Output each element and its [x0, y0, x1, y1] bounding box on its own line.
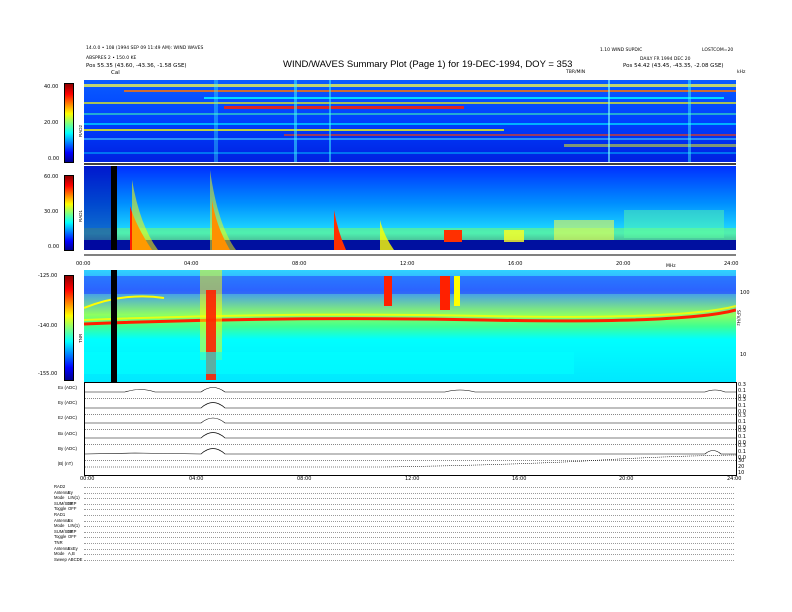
time-label-24: 24:00 [724, 261, 739, 267]
tnr-right-tick-bottom: 10 [740, 352, 747, 358]
khz-label: kHz [737, 70, 746, 75]
header-right-line-1: 1.10 WIND SUPDIC [600, 48, 643, 53]
tnr-tick-bottom: -155.00 [38, 371, 58, 377]
header-left-line-1: 14.0.0 • 108 (1994 SEP 09 11:49 AM): WIN… [86, 46, 204, 51]
header-right-line-2: DAILY FR 1994 DEC 20 [640, 57, 691, 62]
rad1-tick-mid: 30.00 [44, 209, 59, 215]
tnr-channel-label: TNR [78, 333, 83, 343]
rad2-tick-bottom: 0.00 [48, 156, 60, 162]
rad1-tick-top: 60.00 [44, 174, 59, 180]
line-label-bx: Bx (ADC) [58, 431, 77, 436]
spectrogram-svg [84, 80, 736, 382]
header-right-line-3: Pos 54.42 (43.45, -43.35, -2.08 GSE) [623, 63, 724, 69]
time-label-04: 04:00 [184, 261, 199, 267]
status-block: RAD2 Antenna Ey Mode LIN(1) SUM/SEP SEP Toggle O… [54, 484, 734, 562]
time-label-12: 12:00 [400, 261, 415, 267]
tbr-label: TBR/MIN [566, 70, 586, 75]
bottom-time-00: 00:00 [80, 476, 95, 482]
rad2-tick-top: 40.00 [44, 84, 59, 90]
tnr-colorbar [64, 275, 74, 381]
bottom-time-12: 12:00 [405, 476, 420, 482]
top-right-small: LOSTCOM=20 [702, 48, 734, 53]
bottom-time-04: 04:00 [189, 476, 204, 482]
line-label-ez: Ez (ADC) [58, 415, 77, 420]
line-label-ey: Ey (ADC) [58, 400, 77, 405]
bottom-time-20: 20:00 [619, 476, 634, 482]
time-label-00: 00:00 [76, 261, 91, 267]
bottom-time-16: 16:00 [512, 476, 527, 482]
line-label-b: |B| (nT) [58, 461, 73, 466]
header-left-line-3: Pos 55.35 (43.60, -43.36, -1.58 GSE) [86, 63, 187, 69]
bottom-time-24: 24:00 [727, 476, 742, 482]
tnr-tick-mid: -140.00 [38, 323, 58, 329]
status-value: ABCDE [68, 556, 83, 562]
rad1-colorbar [64, 175, 74, 251]
tnr-spectrogram [84, 270, 736, 382]
tnr-tick-top: -125.00 [38, 273, 58, 279]
time-label-16: 16:00 [508, 261, 523, 267]
line-label-ex: Ex (ADC) [58, 385, 77, 390]
line-panels [84, 382, 737, 476]
status-key: Sweep [54, 556, 67, 562]
line-traces [85, 387, 736, 468]
rad2-tick-mid: 20.00 [44, 120, 59, 126]
tnr-right-tick-top: 100 [740, 290, 750, 296]
status-row: Sweep ABCDE [54, 557, 734, 563]
rad2-channel-label: RAD2 [78, 124, 83, 137]
rad1-tick-bottom: 0.00 [48, 244, 60, 250]
rad2-colorbar [64, 83, 74, 163]
mhz-label: MHz [666, 264, 676, 269]
rad1-spectrogram [84, 166, 736, 250]
header-left-line-2: ABSPRES 2 • 150.0 KE [86, 56, 137, 61]
rad2-spectrogram [84, 80, 736, 162]
tnr-right-label: SFV/Hz [735, 310, 740, 326]
cal-label: Cal [111, 70, 120, 76]
page-title: WIND/WAVES Summary Plot (Page 1) for 19-… [283, 59, 573, 70]
rad1-channel-label: RAD1 [78, 209, 83, 222]
time-label-08: 08:00 [292, 261, 307, 267]
time-label-20: 20:00 [616, 261, 631, 267]
bottom-time-08: 08:00 [297, 476, 312, 482]
line-label-by: By (ADC) [58, 446, 77, 451]
